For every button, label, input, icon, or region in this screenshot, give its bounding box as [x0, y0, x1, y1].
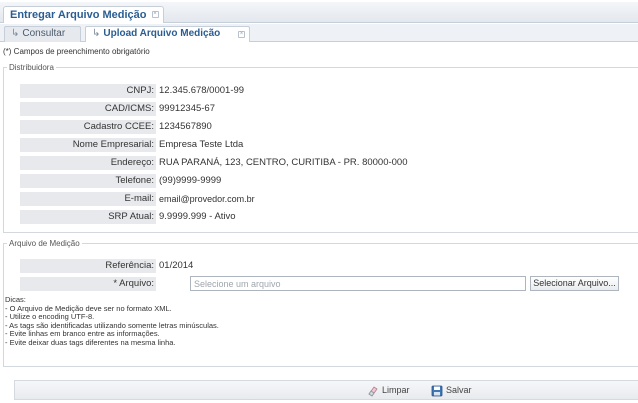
endereco-label: Endereço:	[20, 156, 156, 170]
arrow-right-icon: ↳	[92, 28, 101, 39]
arquivo-medicao-legend: Arquivo de Medição	[9, 239, 80, 248]
tips-block: Dicas: - O Arquivo de Medição deve ser n…	[5, 295, 219, 347]
distribuidora-legend: Distribuidora	[9, 63, 54, 72]
cadastro-ccee-label: Cadastro CCEE:	[20, 120, 156, 134]
cnpj-value: 12.345.678/0001-99	[159, 85, 245, 96]
select-file-button[interactable]: Selecionar Arquivo...	[530, 276, 619, 291]
cad-icms-value: 99912345-67	[159, 103, 215, 114]
tab-upload-arquivo-medicao[interactable]: ↳ Upload Arquivo Medição ×	[85, 26, 250, 42]
arquivo-file-input[interactable]	[190, 276, 526, 291]
referencia-value: 01/2014	[159, 260, 194, 271]
srp-atual-label: SRP Atual:	[20, 210, 156, 224]
cad-icms-label: CAD/ICMS:	[20, 102, 156, 116]
nome-empresarial-label: Nome Empresarial:	[20, 138, 156, 152]
email-label: E-mail:	[20, 192, 156, 206]
arquivo-label: * Arquivo:	[20, 277, 156, 291]
endereco-value: RUA PARANÁ, 123, CENTRO, CURITIBA - PR. …	[159, 157, 408, 168]
nome-empresarial-value: Empresa Teste Ltda	[159, 139, 244, 150]
tab-label: Consultar	[22, 28, 66, 39]
action-bar: Limpar Salvar	[14, 380, 638, 400]
limpar-label: Limpar	[382, 385, 410, 395]
close-icon[interactable]: ×	[238, 31, 245, 38]
salvar-label: Salvar	[446, 385, 472, 395]
limpar-button[interactable]: Limpar	[367, 384, 410, 397]
floppy-disk-icon	[431, 385, 446, 397]
telefone-label: Telefone:	[20, 174, 156, 188]
tab-entregar-arquivo-medicao[interactable]: Entregar Arquivo Medição ×	[3, 6, 164, 23]
arrow-right-icon: ↳	[11, 28, 20, 39]
telefone-value: (99)9999-9999	[159, 175, 222, 186]
tab-label: Entregar Arquivo Medição	[10, 9, 147, 21]
salvar-button[interactable]: Salvar	[431, 384, 472, 397]
main-tab-bar: Entregar Arquivo Medição ×	[0, 2, 638, 23]
tab-label: Upload Arquivo Medição	[103, 28, 221, 39]
eraser-icon	[367, 385, 382, 397]
tab-consultar[interactable]: ↳ Consultar	[4, 26, 81, 42]
required-fields-note: (*) Campos de preenchimento obrigatório	[3, 47, 150, 56]
tip-item: - Evite deixar duas tags diferentes na m…	[5, 337, 176, 347]
referencia-label: Referência:	[20, 259, 156, 273]
email-value: email@provedor.com.br	[159, 194, 255, 204]
cadastro-ccee-value: 1234567890	[159, 121, 212, 132]
srp-atual-value: 9.9999.999 - Ativo	[159, 211, 236, 222]
sub-tab-bar: ↳ Consultar ↳ Upload Arquivo Medição ×	[0, 24, 638, 42]
close-icon[interactable]: ×	[151, 11, 159, 18]
cnpj-label: CNPJ:	[20, 84, 156, 98]
